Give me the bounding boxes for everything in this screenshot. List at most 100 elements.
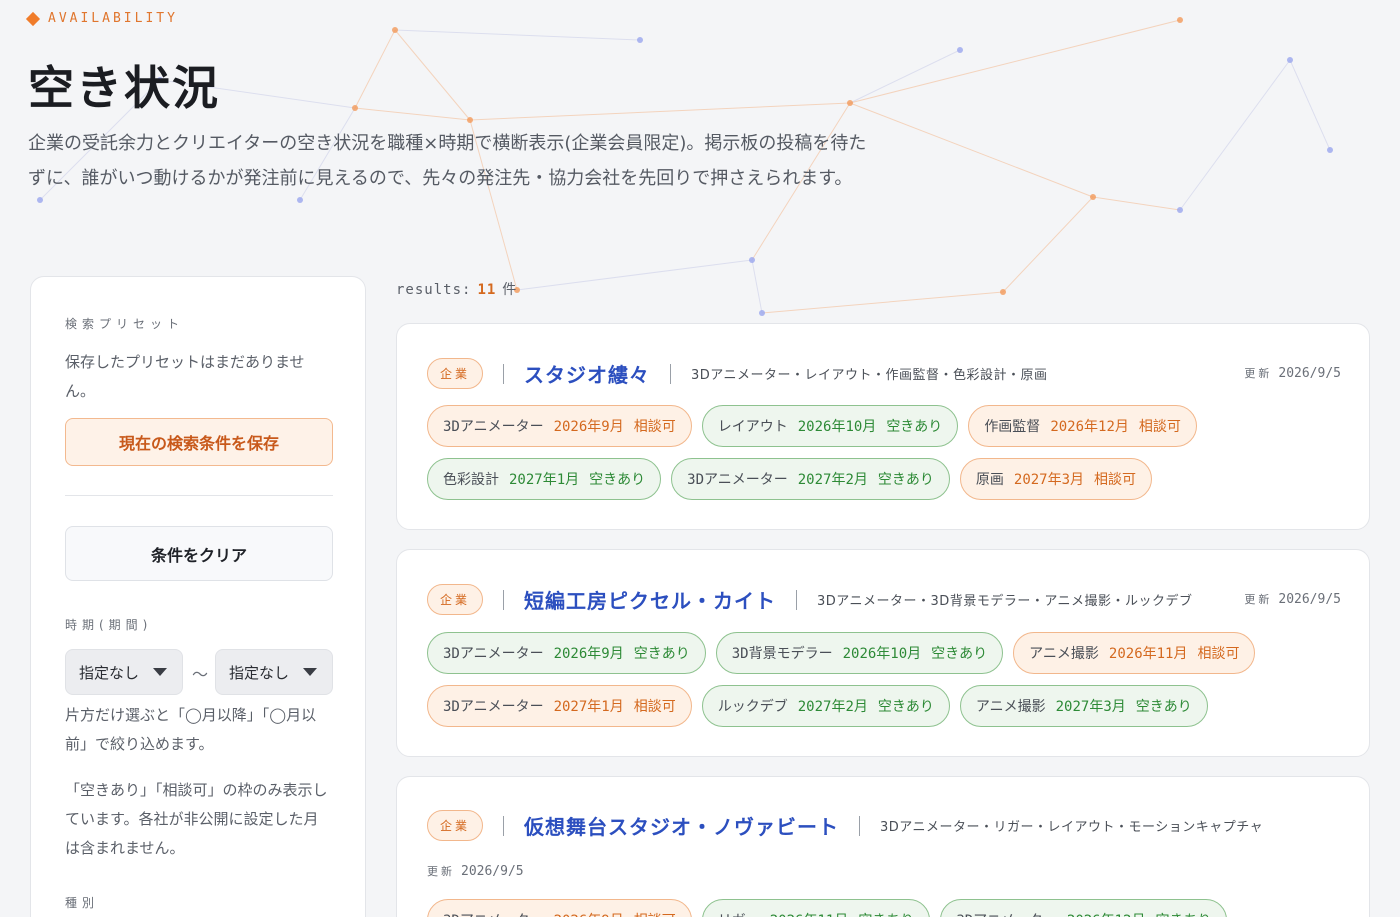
slot-status: 相談可 (1197, 646, 1240, 662)
availability-card[interactable]: 企業 スタジオ縷々 3Dアニメーター・レイアウト・作画監督・色彩設計・原画 更新… (396, 323, 1370, 530)
network-line (354, 107, 471, 121)
availability-slot-chip[interactable]: 3D背景モデラー 2026年10月 空きあり (715, 632, 1004, 674)
slot-role: ルックデブ (717, 699, 788, 715)
slot-role: 3Dアニメーター (443, 419, 544, 435)
slot-month: 2027年1月 (553, 699, 624, 715)
network-node (1000, 289, 1006, 295)
period-from-value: 指定なし (79, 663, 140, 682)
slot-status: 空きあり (886, 419, 943, 435)
network-line (849, 102, 1094, 198)
separator (859, 815, 861, 836)
network-line (849, 19, 1181, 104)
company-name[interactable]: 仮想舞台スタジオ・ノヴァビート (524, 811, 839, 840)
slot-status: 相談可 (634, 910, 676, 917)
slot-month: 2026年11月 (1108, 646, 1188, 662)
network-node (467, 117, 473, 123)
slot-status: 相談可 (633, 699, 676, 715)
availability-slot-chip[interactable]: 3Dアニメーター 2026年9月 相談可 (427, 899, 692, 917)
availability-slot-chip[interactable]: リガー 2026年11月 空きあり (701, 899, 931, 917)
slot-status: 空きあり (633, 646, 690, 662)
slot-status: 空きあり (858, 910, 914, 917)
updated-date: 更新 2026/9/5 (1244, 591, 1341, 607)
network-line (761, 291, 1004, 314)
results-label: results: (396, 282, 472, 298)
period-label: 時期(期間) (65, 618, 153, 632)
slot-role: 3Dアニメーター (443, 910, 544, 917)
card-header: 企業 スタジオ縷々 3Dアニメーター・レイアウト・作画監督・色彩設計・原画 (427, 358, 1048, 389)
network-node (1287, 57, 1293, 63)
network-line (516, 259, 753, 291)
period-to-select[interactable]: 指定なし (215, 649, 333, 695)
availability-slot-chip[interactable]: 3Dアニメーター 2026年12月 空きあり (940, 899, 1228, 917)
slot-role: 色彩設計 (443, 472, 499, 488)
slot-month: 2027年1月 (509, 472, 580, 488)
network-line (1179, 59, 1291, 211)
presets-empty-text: 保存したプリセットはまだありません。 (65, 353, 305, 400)
availability-slot-chip[interactable]: アニメ撮影 2026年11月 相談可 (1013, 632, 1256, 674)
slot-month: 2026年9月 (553, 646, 624, 662)
slot-role: 3D背景モデラー (731, 646, 833, 662)
availability-slot-chip[interactable]: レイアウト 2026年10月 空きあり (701, 405, 959, 447)
availability-slot-chip[interactable]: 3Dアニメーター 2027年1月 相談可 (427, 685, 692, 727)
updated-label: 更新 (1244, 367, 1273, 380)
slot-status: 空きあり (1155, 910, 1211, 917)
slot-status: 空きあり (1135, 699, 1192, 715)
availability-slot-chip[interactable]: 3Dアニメーター 2026年9月 空きあり (427, 632, 706, 674)
slot-month: 2027年3月 (1055, 699, 1126, 715)
company-roles: 3Dアニメーター・3D背景モデラー・アニメ撮影・ルックデブ (817, 594, 1193, 609)
page-title: 空き状況 (28, 61, 220, 115)
availability-slot-chip[interactable]: 3Dアニメーター2026年9月相談可 (427, 405, 692, 447)
updated-date: 更新 2026/9/5 (1244, 365, 1341, 381)
availability-card[interactable]: 企業 仮想舞台スタジオ・ノヴァビート 3Dアニメーター・リガー・レイアウト・モー… (396, 776, 1370, 917)
slot-month: 2026年9月 (554, 910, 624, 917)
slot-status: 空きあり (877, 472, 934, 488)
type-badge: 企業 (427, 584, 484, 615)
save-preset-button[interactable]: 現在の検索条件を保存 (65, 418, 333, 466)
caret-down-icon (303, 668, 318, 676)
network-node (1327, 147, 1333, 153)
separator (503, 815, 505, 836)
clear-filters-button[interactable]: 条件をクリア (65, 526, 333, 581)
updated-label: 更新 (1244, 593, 1273, 606)
results-unit: 件 (502, 282, 518, 298)
availability-slot-chip[interactable]: 原画 2027年3月 相談可 (959, 458, 1153, 500)
network-node (37, 197, 43, 203)
network-line (394, 29, 471, 121)
availability-slot-chip[interactable]: 作画監督 2026年12月 相談可 (968, 405, 1197, 447)
slot-status: 空きあり (931, 646, 988, 662)
company-roles: 3Dアニメーター・リガー・レイアウト・モーションキャプチャ (880, 820, 1264, 835)
availability-slot-chip[interactable]: 色彩設計 2027年1月 空きあり (427, 458, 662, 500)
availability-slot-chip[interactable]: ルックデブ 2027年2月 空きあり (701, 685, 950, 727)
slot-month: 2027年2月 (797, 472, 868, 488)
network-line (469, 102, 851, 121)
company-name[interactable]: 短編工房ピクセル・カイト (524, 585, 776, 614)
updated-value: 2026/9/5 (1278, 366, 1341, 381)
network-node (1090, 194, 1096, 200)
separator (503, 589, 505, 610)
updated-date: 更新 2026/9/5 (427, 863, 524, 879)
slot-status: 空きあり (589, 472, 646, 488)
network-node (847, 100, 853, 106)
availability-card[interactable]: 企業 短編工房ピクセル・カイト 3Dアニメーター・3D背景モデラー・アニメ撮影・… (396, 549, 1370, 757)
slot-status: 空きあり (877, 699, 934, 715)
network-node (392, 27, 398, 33)
network-node (759, 310, 765, 316)
availability-slot-chip[interactable]: 3Dアニメーター 2027年2月 空きあり (671, 458, 950, 500)
period-from-select[interactable]: 指定なし (65, 649, 183, 695)
company-name[interactable]: スタジオ縷々 (524, 359, 650, 388)
slot-month: 2027年3月 (1013, 472, 1085, 488)
network-node (352, 105, 358, 111)
slot-status: 相談可 (1138, 419, 1181, 435)
slot-role: 3Dアニメーター (443, 646, 544, 662)
network-node (297, 197, 303, 203)
caret-down-icon (153, 668, 168, 676)
card-header: 企業 短編工房ピクセル・カイト 3Dアニメーター・3D背景モデラー・アニメ撮影・… (427, 584, 1193, 615)
slot-role: 3Dアニメーター (443, 699, 544, 715)
network-line (354, 29, 396, 109)
availability-slot-chip[interactable]: アニメ撮影 2027年3月 空きあり (959, 685, 1208, 727)
section-eyebrow: AVAILABILITY (25, 11, 178, 26)
slot-month: 2026年10月 (842, 646, 922, 662)
company-roles: 3Dアニメーター・レイアウト・作画監督・色彩設計・原画 (691, 368, 1048, 383)
slot-role: アニメ撮影 (1029, 646, 1099, 662)
type-badge: 企業 (427, 358, 484, 389)
